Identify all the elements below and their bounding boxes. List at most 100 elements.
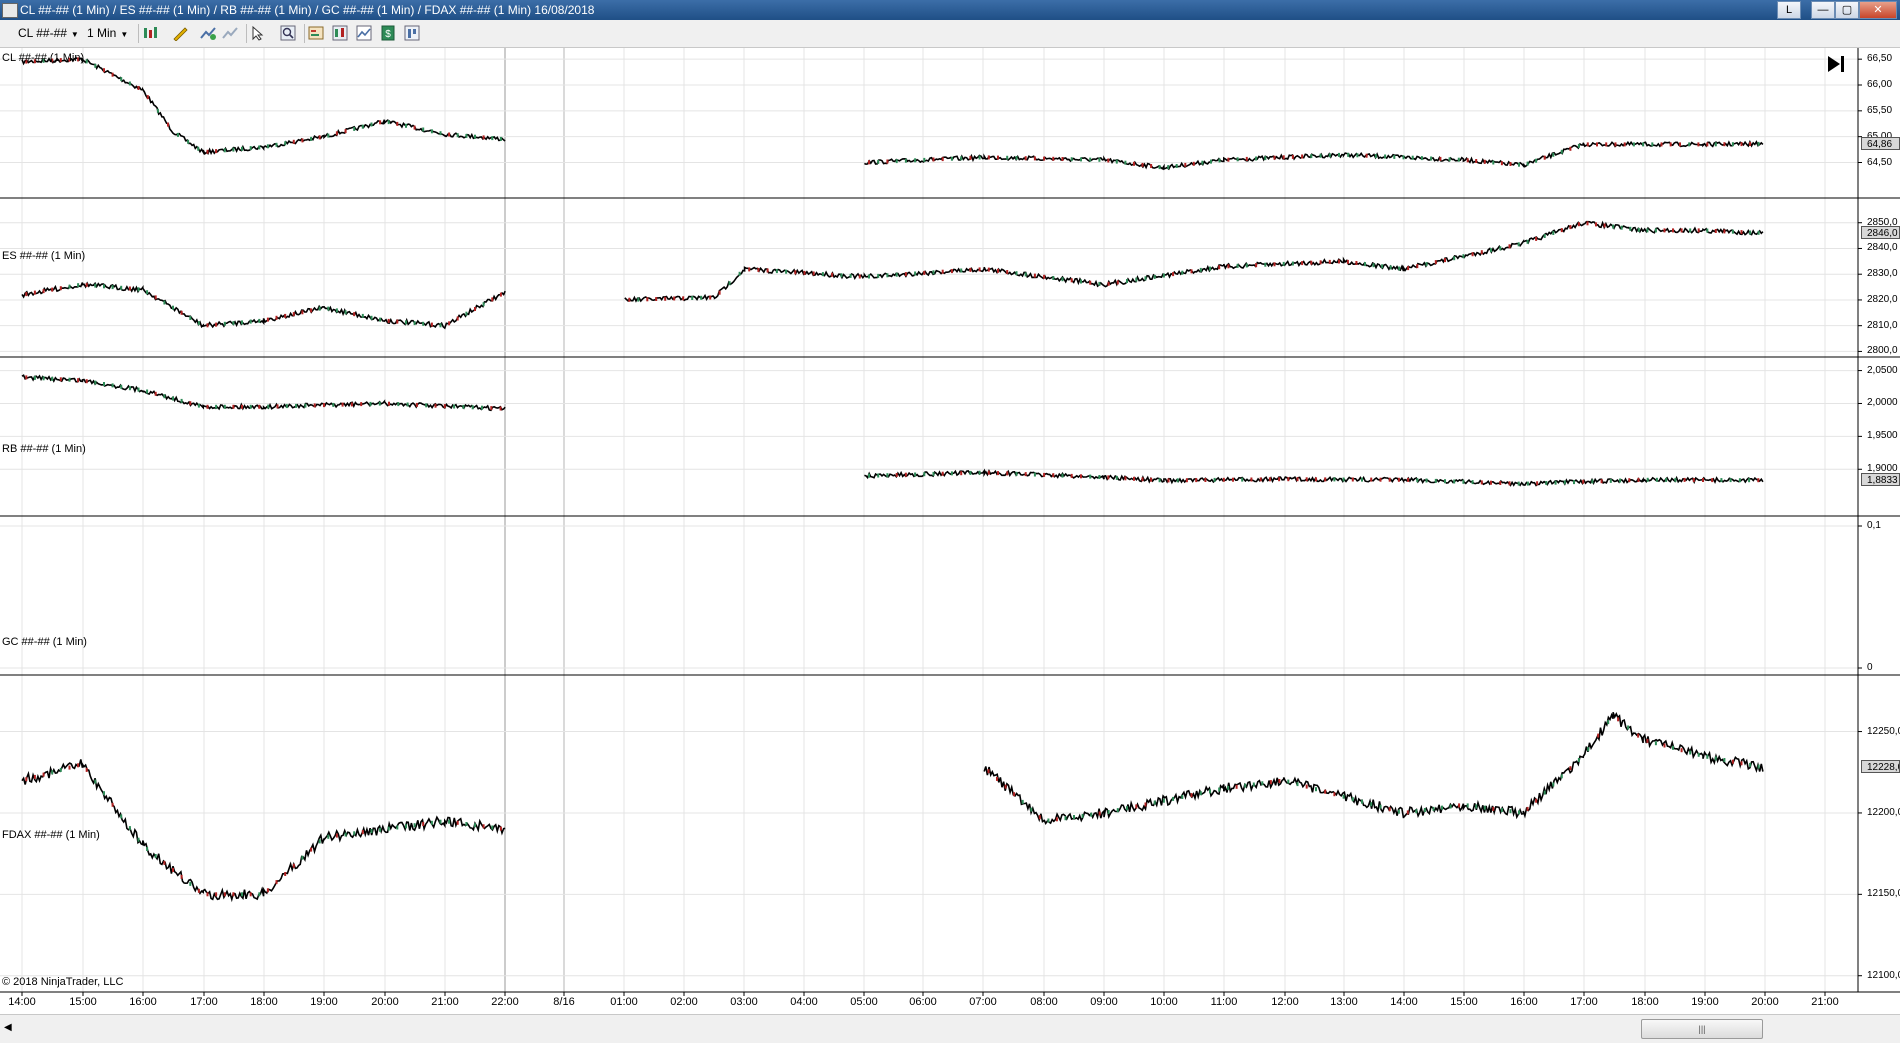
candle-rb [1015, 471, 1018, 476]
candle-cl [1098, 157, 1101, 162]
minimize-button[interactable]: — [1811, 1, 1835, 19]
l-button[interactable]: L [1777, 1, 1801, 19]
candle-cl [413, 125, 416, 130]
candle-fdax [1199, 791, 1202, 796]
candle-rb [388, 401, 390, 406]
x-axis-tick-label: 02:00 [670, 996, 698, 1008]
candle-fdax [1569, 766, 1572, 771]
candle-rb [1554, 480, 1557, 485]
maximize-button[interactable]: ▢ [1835, 1, 1859, 19]
chart-area[interactable] [0, 48, 1900, 1014]
candle-fdax [1483, 805, 1486, 810]
candle-cl [167, 122, 169, 127]
candle-cl [1141, 162, 1144, 167]
candle-cl [1043, 156, 1046, 161]
candle-es [1172, 272, 1175, 277]
candle-cl [327, 133, 330, 138]
close-button[interactable]: ✕ [1859, 1, 1897, 19]
candle-cl [1218, 158, 1221, 163]
chart-style-icon[interactable] [356, 25, 372, 41]
candle-es [840, 273, 843, 278]
candle-rb [369, 401, 372, 406]
candle-fdax [275, 880, 278, 885]
candle-es [1586, 221, 1589, 226]
candle-fdax [206, 892, 209, 897]
candle-cl [1384, 154, 1387, 159]
candle-cl [1411, 155, 1414, 160]
candle-rb [276, 404, 279, 409]
candle-rb [1490, 480, 1492, 485]
candle-fdax [1190, 793, 1193, 798]
y-axis-tick-label: 2840,0 [1867, 242, 1898, 254]
properties-icon[interactable] [404, 25, 420, 41]
scroll-left-icon[interactable]: ◀ [4, 1022, 12, 1033]
y-axis-tick-label: 12100,0 [1867, 969, 1900, 981]
candle-cl [914, 158, 917, 163]
candle-es [1024, 272, 1027, 277]
candle-rb [232, 404, 235, 409]
candle-rb [941, 471, 944, 476]
candle-rb [1351, 477, 1354, 482]
candle-rb [1692, 478, 1695, 482]
candle-rb [1250, 477, 1253, 482]
order-icon[interactable]: $ [380, 25, 396, 41]
interval-selector[interactable]: 1 Min ▼ [87, 24, 128, 42]
candle-es [1338, 259, 1340, 264]
candle-cl [1552, 152, 1555, 157]
x-axis-tick-label: 03:00 [730, 996, 758, 1008]
candle-es [448, 321, 451, 326]
candle-rb [378, 401, 381, 406]
candle-cl [1273, 155, 1276, 160]
strategy-icon[interactable] [222, 25, 238, 41]
candle-rb [1397, 477, 1400, 482]
candle-rb [886, 473, 889, 478]
candle-rb [42, 376, 45, 381]
candle-fdax [85, 767, 88, 772]
add-indicator-icon[interactable] [200, 25, 216, 41]
candle-rb [350, 402, 353, 407]
candle-rb [1333, 477, 1336, 482]
candle-es [831, 272, 834, 277]
candle-rb [1711, 478, 1714, 483]
cursor-icon[interactable] [250, 25, 266, 41]
candle-fdax [335, 833, 338, 838]
x-axis-tick-label: 21:00 [1811, 996, 1839, 1008]
candle-es [344, 310, 347, 315]
candle-rb [997, 471, 999, 476]
candle-rb [1591, 479, 1594, 484]
scroll-thumb[interactable]: ||| [1641, 1019, 1763, 1039]
price-line-fdax [983, 712, 1764, 825]
candle-cl [1201, 160, 1204, 165]
y-axis-tick-label: 0 [1867, 662, 1873, 673]
data-box-icon[interactable] [308, 25, 324, 41]
candle-es [1015, 271, 1018, 276]
horizontal-scrollbar[interactable]: ◀ ||| [0, 1014, 1900, 1043]
x-axis-tick-label: 09:00 [1090, 996, 1118, 1008]
candle-fdax [1181, 795, 1184, 799]
candle-rb [1646, 477, 1649, 482]
candle-cl [1150, 164, 1153, 168]
candle-fdax [1607, 720, 1610, 725]
candle-es [1364, 262, 1366, 267]
candle-fdax [465, 822, 468, 826]
candle-es [241, 320, 243, 325]
drawing-tool-icon[interactable] [172, 25, 188, 41]
zoom-icon[interactable] [280, 25, 296, 41]
candle-cl [1706, 142, 1709, 147]
candle-cl [1070, 157, 1073, 162]
candle-rb [1407, 477, 1410, 482]
bar-style-icon[interactable] [142, 25, 158, 41]
candle-rb [180, 398, 183, 403]
go-to-end-icon[interactable] [1828, 56, 1844, 72]
chart-trader-icon[interactable] [332, 25, 348, 41]
candle-rb [1287, 477, 1290, 482]
price-series [21, 57, 1764, 903]
candle-es [978, 267, 981, 272]
candle-es [1569, 225, 1572, 230]
candle-fdax [1135, 804, 1138, 809]
candle-rb [154, 391, 157, 396]
svg-text:$: $ [385, 29, 391, 40]
instrument-selector[interactable]: CL ##-## ▼ [18, 24, 79, 42]
candle-es [94, 283, 97, 288]
candle-es [33, 290, 36, 295]
